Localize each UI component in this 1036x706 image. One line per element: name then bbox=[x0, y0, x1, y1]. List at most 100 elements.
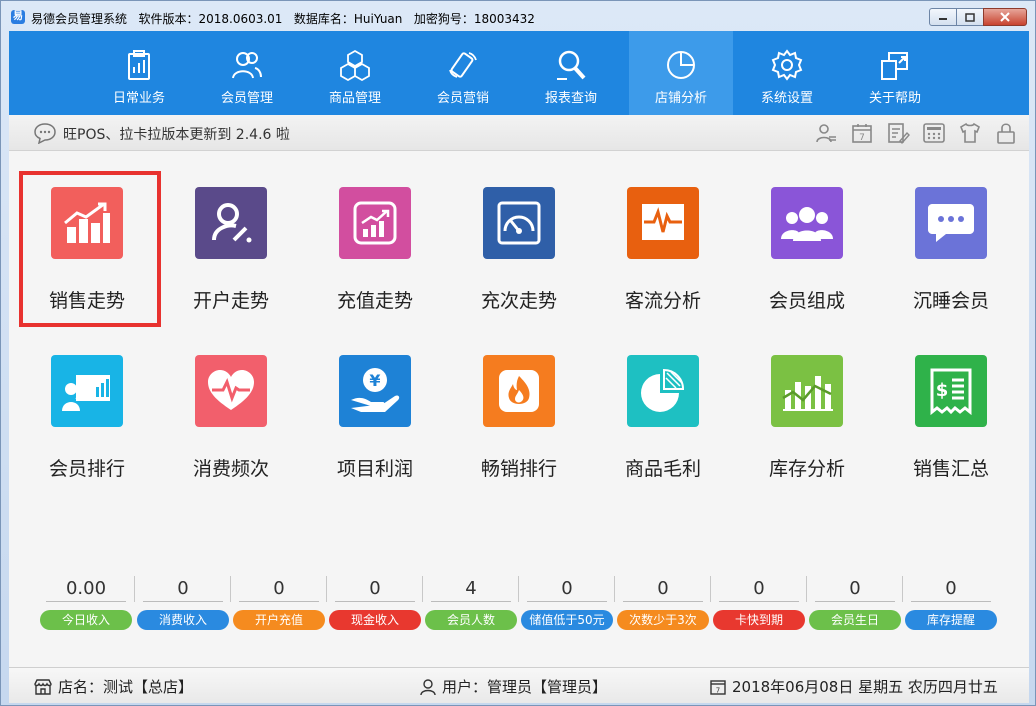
nav-system-settings[interactable]: 系统设置 bbox=[735, 31, 839, 115]
stat-value: 0 bbox=[527, 576, 607, 602]
calendar-icon: 7 bbox=[710, 679, 726, 695]
svg-text:7: 7 bbox=[716, 686, 720, 694]
store-icon bbox=[34, 678, 52, 695]
stat-divider bbox=[326, 576, 327, 602]
tile-sales-summary[interactable]: $ 销售汇总 bbox=[879, 319, 1023, 480]
stat-badge: 卡快到期 bbox=[713, 610, 805, 630]
stat-member-count[interactable]: 4 会员人数 bbox=[425, 576, 517, 630]
app-window: 易 易德会员管理系统 软件版本：2018.0603.01 数据库名：HuiYua… bbox=[0, 0, 1036, 706]
tool-clothing[interactable] bbox=[957, 121, 983, 145]
tile-label: 销售走势 bbox=[48, 290, 125, 312]
tile-label: 销售汇总 bbox=[912, 458, 989, 480]
stat-member-birthday[interactable]: 0 会员生日 bbox=[809, 576, 901, 630]
stat-badge: 储值低于50元 bbox=[521, 610, 613, 630]
nav-member-management[interactable]: 会员管理 bbox=[195, 31, 299, 115]
stat-divider bbox=[134, 576, 135, 602]
tool-calculator[interactable] bbox=[921, 121, 947, 145]
title-bar[interactable]: 易 易德会员管理系统 软件版本：2018.0603.01 数据库名：HuiYua… bbox=[1, 1, 1035, 31]
recharge-trend-icon bbox=[353, 201, 397, 245]
nav-daily-business[interactable]: 日常业务 bbox=[87, 31, 191, 115]
stat-today-income[interactable]: 0.00 今日收入 bbox=[40, 576, 132, 630]
maximize-icon bbox=[965, 12, 975, 22]
tile-count-recharge-trend[interactable]: 充次走势 bbox=[447, 151, 591, 312]
svg-text:7: 7 bbox=[859, 133, 865, 143]
stat-badge: 今日收入 bbox=[40, 610, 132, 630]
nav-about-help[interactable]: 关于帮助 bbox=[843, 31, 947, 115]
stat-consumption-income[interactable]: 0 消费收入 bbox=[137, 576, 229, 630]
tile-product-margin[interactable]: 商品毛利 bbox=[591, 319, 735, 480]
tool-edit-notes[interactable] bbox=[885, 121, 911, 145]
maximize-button[interactable] bbox=[956, 8, 984, 26]
tile-member-composition[interactable]: 会员组成 bbox=[735, 151, 879, 312]
coin-hand-icon: ¥ bbox=[351, 368, 400, 412]
close-icon bbox=[1000, 12, 1010, 22]
stat-stock-reminder[interactable]: 0 库存提醒 bbox=[905, 576, 997, 630]
nav-member-marketing[interactable]: 会员营销 bbox=[411, 31, 515, 115]
analysis-panel: 销售走势 开户走势 充值走势 充次走势 客流分析 会员组成 沉睡会员 会员排行 … bbox=[9, 151, 1029, 667]
tile-bestseller-ranking[interactable]: 畅销排行 bbox=[447, 319, 591, 480]
nav-label: 会员管理 bbox=[220, 91, 273, 106]
stat-badge: 会员人数 bbox=[425, 610, 517, 630]
tile-label: 开户走势 bbox=[192, 290, 269, 312]
status-user: 用户：管理员【管理员】 bbox=[419, 676, 607, 697]
user-icon bbox=[420, 678, 436, 695]
tile-icon-box bbox=[915, 187, 987, 259]
stat-divider bbox=[902, 576, 903, 602]
stat-badge: 消费收入 bbox=[137, 610, 229, 630]
stat-badge: 次数少于3次 bbox=[617, 610, 709, 630]
nav-label: 日常业务 bbox=[112, 91, 165, 106]
tile-inventory-analysis[interactable]: 库存分析 bbox=[735, 319, 879, 480]
stat-value: 0 bbox=[623, 576, 703, 602]
magnifier-icon bbox=[557, 50, 586, 80]
nav-label: 商品管理 bbox=[328, 91, 381, 106]
tile-member-ranking[interactable]: 会员排行 bbox=[15, 319, 159, 480]
pie-chart-icon bbox=[667, 51, 695, 79]
tool-calendar[interactable]: 7 bbox=[849, 121, 875, 145]
presentation-icon bbox=[62, 375, 110, 411]
current-date: 2018年06月08日 星期五 农历四月廿五 bbox=[732, 678, 998, 696]
stat-badge: 库存提醒 bbox=[905, 610, 997, 630]
stat-card-expiring[interactable]: 0 卡快到期 bbox=[713, 576, 805, 630]
tile-icon-box bbox=[51, 355, 123, 427]
close-button[interactable] bbox=[983, 8, 1027, 26]
tile-icon-box bbox=[339, 187, 411, 259]
stat-value: 0 bbox=[239, 576, 319, 602]
clipboard-icon bbox=[128, 50, 150, 80]
nav-store-analysis[interactable]: 店铺分析 bbox=[629, 31, 733, 115]
tile-icon-box bbox=[483, 355, 555, 427]
stat-value: 0 bbox=[911, 576, 991, 602]
stat-account-recharge[interactable]: 0 开户充值 bbox=[233, 576, 325, 630]
stat-low-count[interactable]: 0 次数少于3次 bbox=[617, 576, 709, 630]
stat-value: 0 bbox=[143, 576, 223, 602]
group-icon bbox=[781, 207, 833, 241]
tile-project-profit[interactable]: ¥ 项目利润 bbox=[303, 319, 447, 480]
nav-label: 关于帮助 bbox=[868, 91, 921, 106]
tool-lock[interactable] bbox=[993, 121, 1019, 145]
tile-dormant-members[interactable]: 沉睡会员 bbox=[879, 151, 1023, 312]
tile-sales-trend[interactable]: 销售走势 bbox=[15, 151, 159, 312]
tile-label: 沉睡会员 bbox=[912, 290, 989, 312]
nav-product-management[interactable]: 商品管理 bbox=[303, 31, 407, 115]
stat-cash-income[interactable]: 0 现金收入 bbox=[329, 576, 421, 630]
nav-label: 系统设置 bbox=[760, 91, 813, 106]
nav-label: 报表查询 bbox=[544, 91, 597, 106]
stat-value: 0 bbox=[719, 576, 799, 602]
tile-consumption-frequency[interactable]: 消费频次 bbox=[159, 319, 303, 480]
tile-icon-box: $ bbox=[915, 355, 987, 427]
pie-icon bbox=[641, 368, 685, 412]
stat-divider bbox=[710, 576, 711, 602]
status-store: 店名：测试【总店】 bbox=[33, 676, 193, 697]
nav-report-query[interactable]: 报表查询 bbox=[519, 31, 623, 115]
tile-recharge-trend[interactable]: 充值走势 bbox=[303, 151, 447, 312]
tile-traffic-analysis[interactable]: 客流分析 bbox=[591, 151, 735, 312]
minimize-button[interactable] bbox=[929, 8, 957, 26]
tile-icon-box bbox=[627, 187, 699, 259]
notice-text[interactable]: 旺POS、拉卡拉版本更新到 2.4.6 啦 bbox=[63, 124, 290, 144]
edit-notes-icon bbox=[888, 123, 910, 145]
tile-icon-box bbox=[51, 187, 123, 259]
stat-low-balance[interactable]: 0 储值低于50元 bbox=[521, 576, 613, 630]
tile-account-trend[interactable]: 开户走势 bbox=[159, 151, 303, 312]
store-name: 店名：测试【总店】 bbox=[58, 678, 194, 696]
tool-user-switch[interactable] bbox=[813, 121, 839, 145]
tile-icon-box bbox=[771, 187, 843, 259]
